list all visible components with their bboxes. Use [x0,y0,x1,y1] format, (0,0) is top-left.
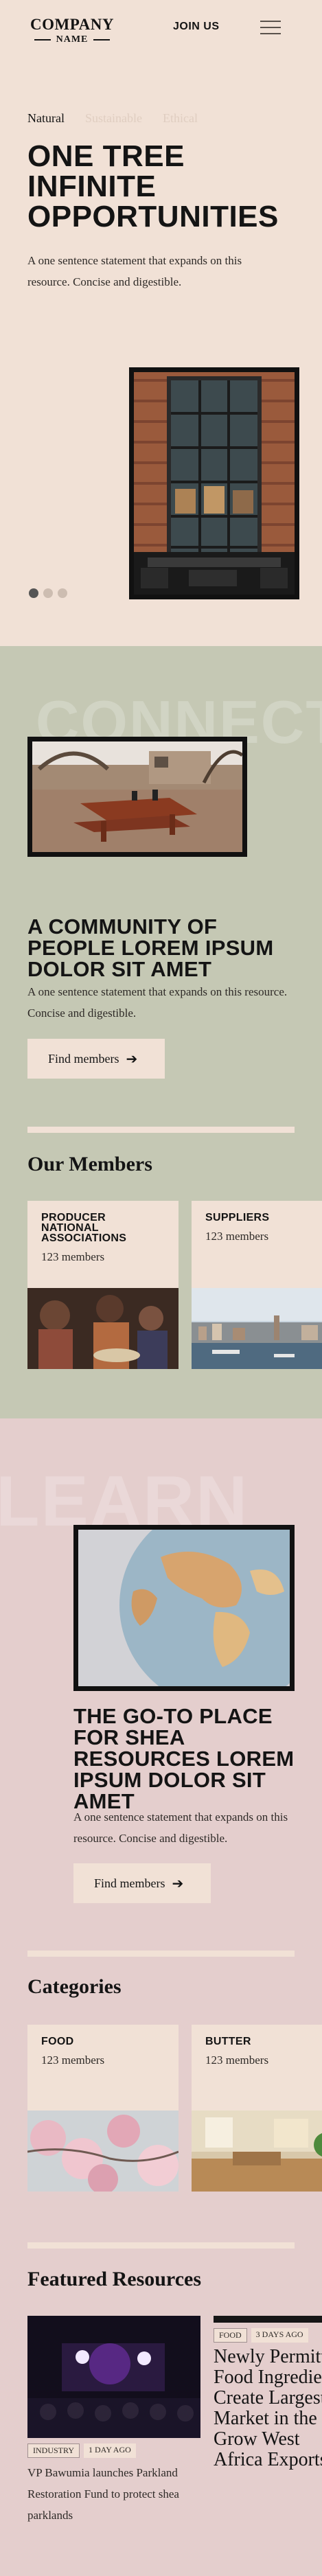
connect-description: A one sentence statement that expands on… [27,985,288,1020]
category-card-count: 123 members [41,2054,105,2067]
category-card-food[interactable]: FOOD 123 members [27,2025,179,2192]
learn-title: THE GO-TO PLACE FOR SHEA RESOURCES LOREM… [73,1704,295,1813]
category-card-label: FOOD [41,2036,74,2047]
arrow-right-icon: ➔ [126,1050,138,1067]
site-header: COMPANY NAME JOIN US [0,0,322,69]
learn-button-label: Find members [94,1876,165,1890]
featured-1-tag[interactable]: INDUSTRY [27,2443,80,2458]
blossom-photo [27,2111,179,2192]
carousel-dots [29,588,67,598]
member-card-count: 123 members [41,1250,105,1263]
logo-top-text: COMPANY [30,16,114,33]
harbor-city-photo [192,1288,322,1369]
categories-heading: Categories [27,1975,122,1998]
connect-title: A COMMUNITY OF PEOPLE LOREM IPSUM DOLOR … [27,915,274,981]
picnic-table-illustration [32,741,242,852]
learn-find-members-button[interactable]: Find members ➔ [73,1863,211,1903]
learn-divider [27,1951,295,1957]
connect-section: CONNECT A COMMUNITY OF PEOPLE LOREM IPSU… [0,646,322,1418]
page: COMPANY NAME JOIN US Natural Sustainable… [0,0,322,2576]
featured-1-meta: INDUSTRY 1 DAY AGO [27,2443,200,2458]
member-card-count: 123 members [205,1230,269,1243]
category-card-label: BUTTER [205,2036,251,2047]
logo-dash-right [93,39,111,41]
carousel-dot-3[interactable] [58,588,67,598]
company-logo[interactable]: COMPANY NAME [27,16,117,45]
category-card-butter[interactable]: BUTTER 123 members [192,2025,322,2192]
member-card-image-producers [27,1288,179,1369]
tab-sustainable[interactable]: Sustainable [85,111,142,126]
category-card-count: 123 members [205,2054,269,2067]
globe-illustration [78,1530,290,1686]
featured-1-time: 1 DAY AGO [84,2443,136,2458]
hero-title: ONE TREE INFINITE OPPORTUNITIES [27,139,279,233]
member-card-producer[interactable]: PRODUCER NATIONAL ASSOCIATIONS 123 membe… [27,1201,179,1369]
learn-description: A one sentence statement that expands on… [73,1810,288,1845]
carousel-dot-2[interactable] [43,588,53,598]
featured-2-meta: FOOD 3 DAYS AGO [214,2328,322,2343]
logo-bottom-text: NAME [56,34,89,45]
interior-photo [192,2111,322,2192]
tab-natural[interactable]: Natural [27,111,65,126]
hamburger-menu-icon[interactable] [260,19,281,36]
connect-button-label: Find members [48,1051,119,1066]
categories-divider [27,2242,295,2249]
member-card-label: SUPPLIERS [205,1212,270,1223]
featured-image-concert [27,2316,200,2438]
member-card-image-suppliers [192,1288,322,1369]
join-us-link[interactable]: JOIN US [173,21,220,33]
concert-photo [27,2316,200,2438]
member-card-suppliers[interactable]: SUPPLIERS 123 members [192,1201,322,1369]
arrow-right-icon: ➔ [172,1875,184,1891]
members-heading: Our Members [27,1153,152,1175]
featured-2-tag[interactable]: FOOD [214,2328,247,2343]
hero-tabs: Natural Sustainable Ethical [27,111,198,126]
featured-1-title[interactable]: VP Bawumia launches Parkland Restoration… [27,2462,199,2526]
building-window-illustration [134,372,295,595]
logo-dash-left [34,39,51,41]
connect-find-members-button[interactable]: Find members ➔ [27,1039,165,1079]
category-card-image-food [27,2111,179,2192]
community-image-picnic-table [27,737,247,857]
member-card-label: PRODUCER NATIONAL ASSOCIATIONS [41,1212,127,1244]
learn-image-globe [73,1525,295,1691]
featured-card-2[interactable]: FOOD 3 DAYS AGO Newly Permitted Food Ing… [214,2316,322,2470]
hero-description: A one sentence statement that expands on… [27,254,242,288]
featured-heading: Featured Resources [27,2268,202,2290]
learn-section: LEARN THE GO-TO PLACE FOR SHEA RESOURCES… [0,1418,322,2576]
featured-2-title[interactable]: Newly Permitted Food Ingredients Create … [214,2347,322,2470]
connect-divider [27,1127,295,1133]
tab-ethical[interactable]: Ethical [163,111,198,126]
carousel-dot-1[interactable] [29,588,38,598]
featured-card-1[interactable]: INDUSTRY 1 DAY AGO VP Bawumia launches P… [27,2316,200,2526]
category-card-image-butter [192,2111,322,2192]
featured-2-image-strip [214,2316,322,2323]
hero-image-building-window [129,367,299,599]
producers-photo [27,1288,179,1369]
featured-2-time: 3 DAYS AGO [251,2328,308,2343]
